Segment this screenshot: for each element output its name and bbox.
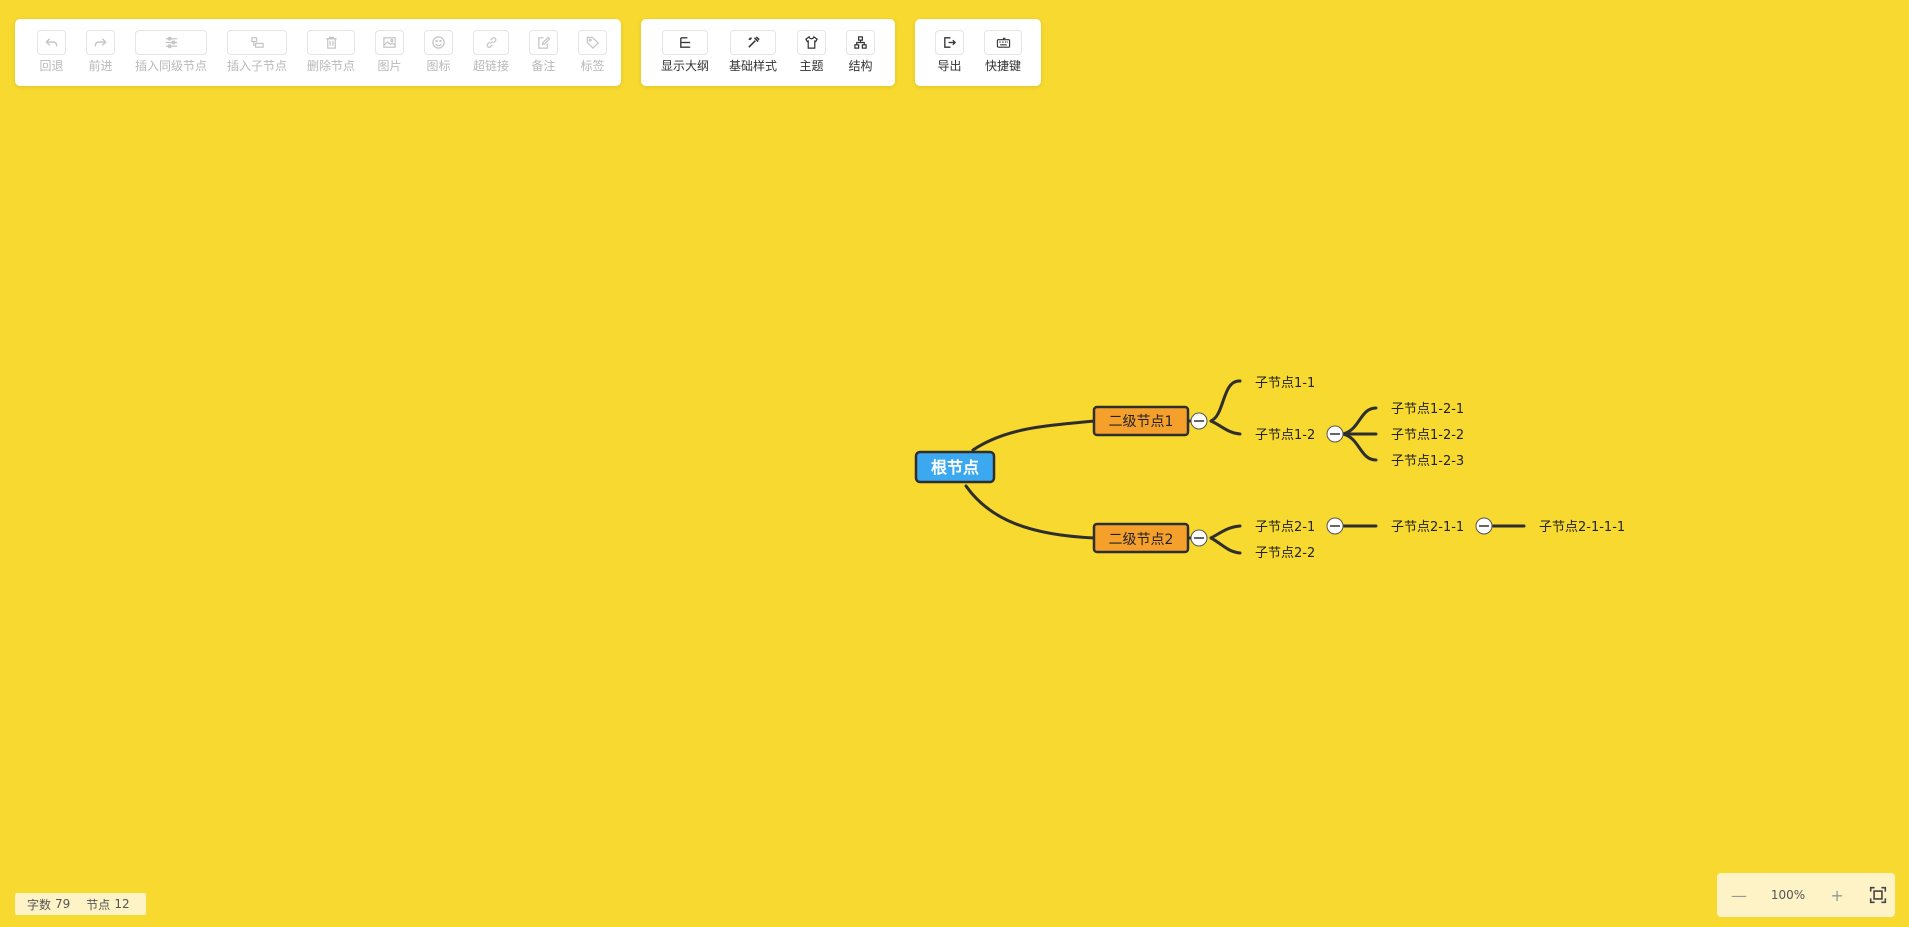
connector-root-level2-2	[964, 484, 1096, 540]
word-count-value: 79	[55, 897, 71, 911]
node-2-1[interactable]: 子节点2-1	[1255, 520, 1315, 535]
level2-node-1[interactable]: 二级节点1	[1092, 405, 1190, 437]
node-1-2-3[interactable]: 子节点1-2-3	[1391, 454, 1464, 469]
level2-node-2-label: 二级节点2	[1109, 532, 1174, 548]
collapse-button-node-2-1-1[interactable]	[1475, 517, 1493, 535]
connector-1-1	[1209, 379, 1242, 423]
node-1-1[interactable]: 子节点1-1	[1255, 376, 1315, 391]
node-1-2-2[interactable]: 子节点1-2-2	[1391, 428, 1464, 443]
collapse-button-level2-2[interactable]	[1190, 529, 1208, 547]
node-2-1-1[interactable]: 子节点2-1-1	[1391, 520, 1464, 535]
collapse-button-node-1-2[interactable]	[1326, 425, 1344, 443]
connector-2-2	[1209, 536, 1242, 555]
mindmap-canvas[interactable]: 根节点 二级节点1 二级节点2 子节点1-1 子节点1-2 子节点1-2-1 子…	[0, 0, 1909, 927]
zoom-out-button[interactable]: —	[1727, 886, 1751, 905]
connector-1-2-1	[1341, 406, 1378, 436]
root-node[interactable]: 根节点	[914, 450, 996, 484]
connector-1-2	[1209, 419, 1242, 436]
level2-node-1-label: 二级节点1	[1109, 414, 1174, 430]
fit-screen-icon	[1869, 886, 1887, 904]
zoom-control: — 100% +	[1717, 873, 1895, 917]
zoom-level: 100%	[1770, 888, 1806, 902]
fit-screen-button[interactable]	[1869, 886, 1887, 904]
collapse-button-node-2-1[interactable]	[1326, 517, 1344, 535]
node-2-1-1-1[interactable]: 子节点2-1-1-1	[1539, 520, 1625, 535]
level2-node-2[interactable]: 二级节点2	[1092, 522, 1190, 554]
node-1-2-1[interactable]: 子节点1-2-1	[1391, 402, 1464, 417]
collapse-button-level2-1[interactable]	[1190, 412, 1208, 430]
zoom-in-button[interactable]: +	[1825, 886, 1849, 905]
node-count-label: 节点	[86, 897, 111, 912]
root-node-label: 根节点	[931, 458, 979, 477]
connector-2-1	[1209, 524, 1242, 540]
word-count-label: 字数	[27, 897, 52, 912]
connector-1-2-3	[1341, 432, 1378, 462]
node-1-2[interactable]: 子节点1-2	[1255, 428, 1315, 443]
node-count-value: 12	[114, 897, 130, 911]
word-node-count-status: 字数 79 节点 12	[15, 893, 146, 915]
connector-root-level2-1	[971, 419, 1096, 452]
node-2-2[interactable]: 子节点2-2	[1255, 546, 1315, 561]
